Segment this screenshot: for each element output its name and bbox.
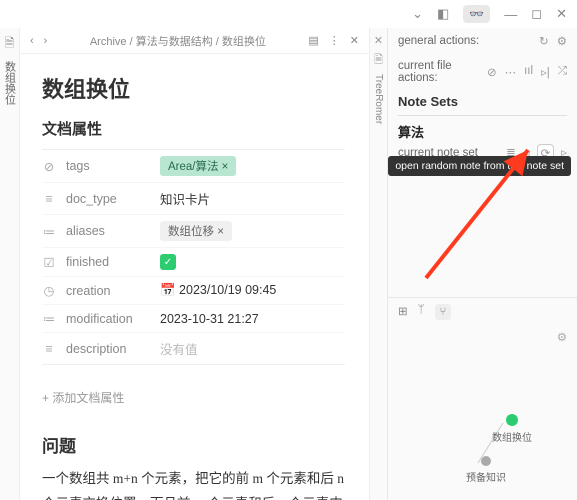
branch-icon[interactable]: ⑂ (435, 304, 452, 320)
file-icon[interactable]: 🗎 (5, 34, 15, 55)
node-label: 预备知识 (466, 469, 506, 484)
panel-label[interactable]: TreeRomer (373, 74, 384, 124)
prop-value-empty[interactable]: 没有值 (160, 339, 198, 358)
file-actions-label: current file actions: (398, 60, 481, 84)
window-titlebar: ⌄ ◧ 👓 — ◻ ✕ (0, 0, 577, 28)
alias-chip[interactable]: 数组位移 × (160, 221, 232, 241)
left-tab-label[interactable]: 数组换位 (2, 61, 18, 105)
tooltip: open random note from this note set (388, 156, 571, 176)
more-icon[interactable]: ⋮ (329, 34, 340, 47)
left-rail: 🗎 数组换位 (0, 28, 20, 500)
checkbox-checked[interactable]: ✓ (160, 254, 176, 270)
maximize-icon[interactable]: ◻ (531, 6, 542, 22)
note-sets-heading: Note Sets (388, 90, 577, 113)
chevron-down-icon[interactable]: ⌄ (412, 6, 423, 22)
prop-label: doc_type (66, 192, 150, 206)
list-icon: ≔ (42, 224, 56, 239)
prop-value[interactable]: 📅 2023/10/19 09:45 (160, 283, 276, 298)
middle-rail: ✕ 🗎 TreeRomer (369, 28, 387, 500)
prop-label: aliases (66, 224, 150, 238)
block-icon[interactable]: ⊘ (487, 65, 497, 79)
add-property-button[interactable]: + 添加文档属性 (42, 383, 345, 412)
close-tab-icon[interactable]: ✕ (350, 34, 359, 47)
check-icon: ☑ (42, 255, 56, 270)
paragraph: 一个数组共 m+n 个元素，把它的前 m 个元素和后 n 个元素交换位置，而且前… (42, 467, 345, 500)
graph-view[interactable]: 数组换位 预备知识 (388, 348, 577, 500)
prop-value[interactable]: 2023-10-31 21:27 (160, 312, 259, 326)
node-dot-icon (481, 456, 491, 466)
list-icon: ≔ (42, 311, 56, 326)
note-set-name[interactable]: 算法 (388, 118, 577, 145)
props-heading: 文档属性 (42, 118, 345, 139)
gear-icon[interactable]: ⚙ (557, 34, 567, 48)
nav-back-icon[interactable]: ‹ (30, 35, 34, 47)
right-panel: general actions: ↻ ⚙ current file action… (387, 28, 577, 500)
panel-icon[interactable]: 🗎 (374, 51, 383, 70)
properties-table: ⊘ tags Area/算法 × ≡ doc_type 知识卡片 ≔ aliases 数组位… (42, 149, 345, 365)
text-icon: ≡ (42, 342, 56, 356)
prop-label: modification (66, 312, 150, 326)
prop-label: creation (66, 284, 150, 298)
gear-icon[interactable]: ⚙ (557, 332, 567, 344)
minimize-icon[interactable]: — (504, 7, 517, 22)
graph-node[interactable]: 预备知识 (466, 456, 506, 484)
node-label: 数组换位 (492, 429, 532, 444)
page-menu-icon[interactable]: ▤ (308, 34, 318, 47)
prop-label: finished (66, 255, 150, 269)
bars-icon[interactable]: ııl (524, 65, 533, 79)
prop-label: description (66, 342, 150, 356)
next-icon[interactable]: ▹| (541, 65, 550, 79)
page-title: 数组换位 (42, 72, 345, 104)
close-panel-icon[interactable]: ✕ (374, 34, 383, 47)
tag-icon: ⊘ (42, 159, 56, 174)
editor-body: 数组换位 文档属性 ⊘ tags Area/算法 × ≡ doc_type 知识卡片 ≔… (20, 54, 369, 500)
reading-mode-icon[interactable]: 👓 (463, 5, 490, 23)
clock-icon: ◷ (42, 283, 56, 298)
tag-chip[interactable]: Area/算法 × (160, 156, 236, 176)
text-icon: ≡ (42, 192, 56, 206)
filter-icon[interactable]: ⊞ (398, 304, 408, 320)
graph-node[interactable]: 数组换位 (492, 414, 532, 444)
prop-label: tags (66, 159, 150, 173)
sidebar-toggle-icon[interactable]: ◧ (437, 6, 449, 22)
breadcrumb[interactable]: Archive / 算法与数据结构 / 数组换位 (57, 33, 298, 49)
hierarchy-icon[interactable]: ᛘ (418, 304, 425, 320)
refresh-icon[interactable]: ↻ (539, 34, 549, 48)
close-icon[interactable]: ✕ (556, 6, 567, 22)
general-actions-label: general actions: (398, 35, 533, 47)
shuffle-icon[interactable]: ⤮ (558, 65, 567, 79)
dots-icon[interactable]: ⋯ (505, 65, 517, 79)
node-dot-icon (506, 414, 518, 426)
problem-heading: 问题 (42, 432, 345, 457)
nav-fwd-icon[interactable]: › (44, 35, 48, 47)
prop-value[interactable]: 知识卡片 (160, 189, 210, 208)
